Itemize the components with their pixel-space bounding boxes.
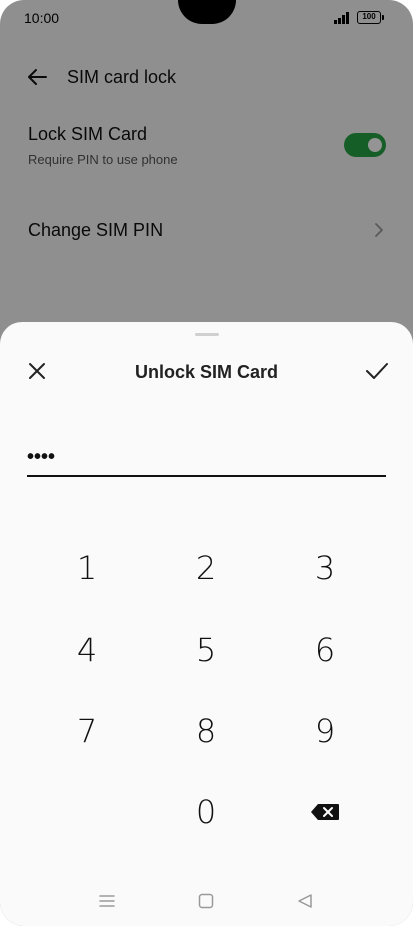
pin-input[interactable]: •••• bbox=[27, 442, 386, 478]
check-icon[interactable] bbox=[364, 360, 390, 382]
system-nav-bar bbox=[0, 882, 413, 922]
unlock-sim-sheet: Unlock SIM Card •••• 1 2 3 4 5 6 7 8 9 0 bbox=[0, 322, 413, 926]
key-8[interactable]: 8 bbox=[151, 699, 261, 763]
menu-icon[interactable] bbox=[98, 892, 116, 910]
triangle-back-icon[interactable] bbox=[296, 892, 314, 910]
home-icon[interactable] bbox=[197, 892, 215, 910]
sheet-handle[interactable] bbox=[195, 333, 219, 336]
key-7[interactable]: 7 bbox=[32, 699, 142, 763]
key-3[interactable]: 3 bbox=[270, 536, 380, 600]
key-9[interactable]: 9 bbox=[270, 699, 380, 763]
key-0[interactable]: 0 bbox=[151, 780, 261, 844]
delete-button[interactable] bbox=[270, 780, 380, 844]
pin-value: •••• bbox=[27, 446, 56, 468]
key-1[interactable]: 1 bbox=[32, 536, 142, 600]
key-4[interactable]: 4 bbox=[32, 618, 142, 682]
key-2[interactable]: 2 bbox=[151, 536, 261, 600]
backspace-icon bbox=[311, 804, 339, 820]
sheet-title: Unlock SIM Card bbox=[134, 362, 279, 382]
phone-screen: 10:00 100 SIM card lock Lock SIM Card Re… bbox=[0, 0, 413, 926]
key-5[interactable]: 5 bbox=[151, 618, 261, 682]
key-6[interactable]: 6 bbox=[270, 618, 380, 682]
pin-underline bbox=[27, 475, 386, 477]
